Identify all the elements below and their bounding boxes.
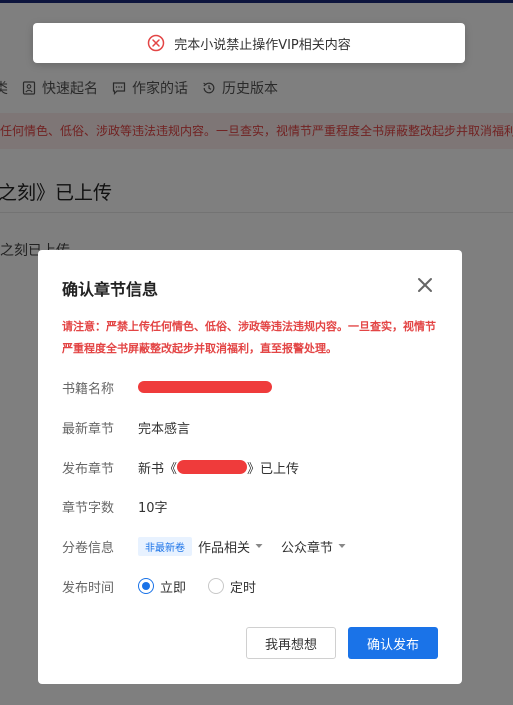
close-icon xyxy=(417,277,433,297)
publish-chapter-prefix: 新书《 xyxy=(138,461,178,477)
word-count-row: 章节字数 10字 xyxy=(62,496,168,516)
volume-select-value: 作品相关 xyxy=(198,540,251,556)
publish-time-row: 发布时间 立即 定时 xyxy=(62,576,278,596)
publish-time-label: 发布时间 xyxy=(62,580,115,596)
confirm-publish-button[interactable]: 确认发布 xyxy=(348,627,438,659)
publish-now-label: 立即 xyxy=(160,580,187,596)
publish-chapter-row: 发布章节 新书《 》已上传 xyxy=(62,457,299,477)
volume-badge: 非最新卷 xyxy=(138,536,192,556)
latest-chapter-row: 最新章节 完本感言 xyxy=(62,417,190,437)
caret-down-icon xyxy=(255,543,263,549)
dialog-title: 确认章节信息 xyxy=(62,280,159,299)
radio-circle xyxy=(208,578,225,594)
book-name-label: 书籍名称 xyxy=(62,381,115,397)
radio-circle xyxy=(138,578,154,594)
toast-message: 完本小说禁止操作VIP相关内容 xyxy=(174,37,351,53)
word-count-value: 10字 xyxy=(138,500,168,516)
radio-dot xyxy=(142,582,150,590)
caret-down-icon xyxy=(338,543,346,549)
word-count-label: 章节字数 xyxy=(62,500,115,516)
volume-select[interactable]: 作品相关 xyxy=(198,537,263,556)
close-button[interactable] xyxy=(414,276,436,298)
cancel-button[interactable]: 我再想想 xyxy=(246,627,336,659)
book-name-row: 书籍名称 xyxy=(62,377,272,397)
publish-chapter-value: 新书《 》已上传 xyxy=(138,458,299,477)
book-name-value xyxy=(138,381,272,393)
publish-chapter-label: 发布章节 xyxy=(62,461,115,477)
publish-scheduled-radio[interactable]: 定时 xyxy=(208,577,256,596)
latest-chapter-value: 完本感言 xyxy=(138,421,191,437)
publish-scheduled-label: 定时 xyxy=(230,580,257,596)
publish-chapter-suffix: 》已上传 xyxy=(247,461,300,477)
confirm-chapter-dialog: 确认章节信息 请注意：严禁上传任何情色、低俗、涉政等违法违规内容。一旦查实，视情… xyxy=(38,250,462,684)
chapter-type-select[interactable]: 公众章节 xyxy=(281,537,346,556)
error-toast: 完本小说禁止操作VIP相关内容 xyxy=(33,23,465,63)
volume-info-row: 分卷信息 非最新卷 作品相关 公众章节 xyxy=(62,536,364,556)
redaction-mark xyxy=(177,460,248,474)
dialog-notice: 请注意：严禁上传任何情色、低俗、涉政等违法违规内容。一旦查实，视情节严重程度全书… xyxy=(62,320,436,355)
chapter-type-select-value: 公众章节 xyxy=(281,540,334,556)
volume-info-label: 分卷信息 xyxy=(62,540,115,556)
latest-chapter-label: 最新章节 xyxy=(62,421,115,437)
publish-now-radio[interactable]: 立即 xyxy=(138,577,186,596)
error-circle-icon xyxy=(147,34,165,52)
redaction-mark xyxy=(138,381,272,393)
